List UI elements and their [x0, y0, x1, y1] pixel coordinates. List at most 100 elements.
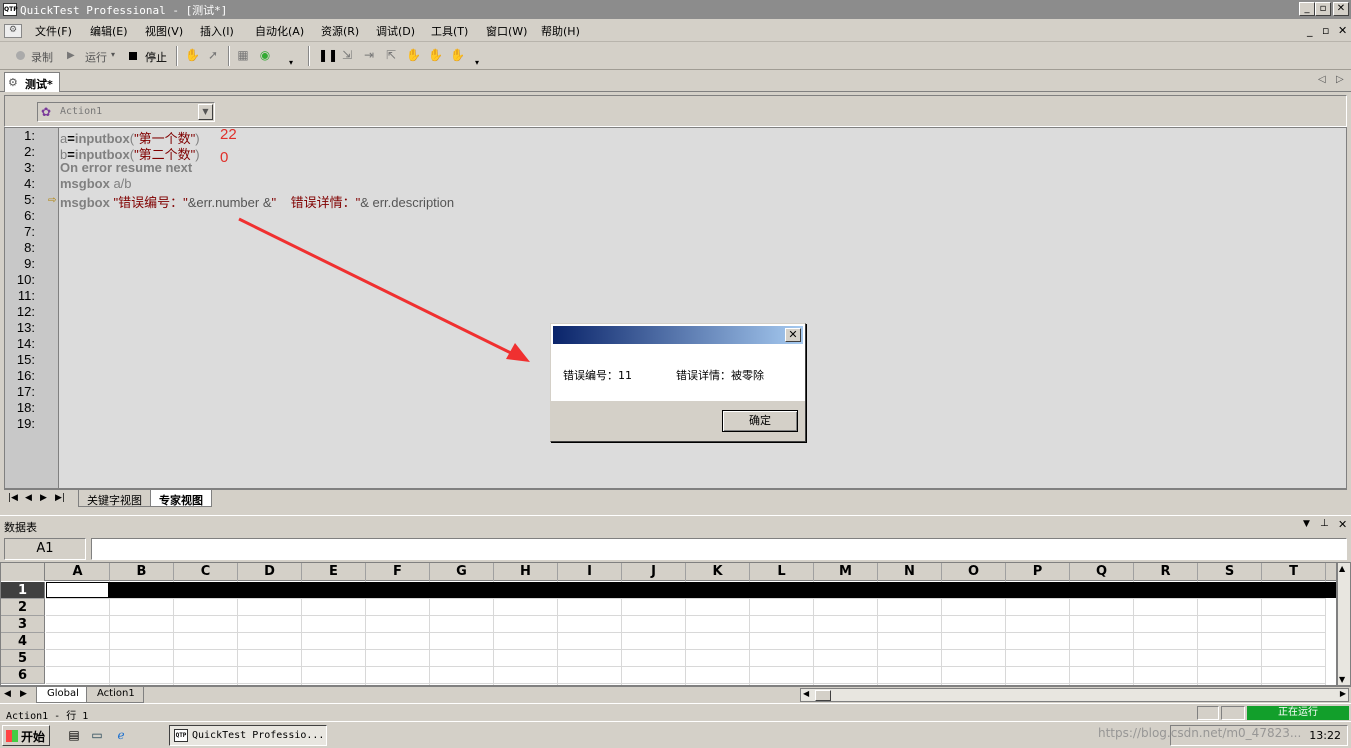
row-header[interactable]: 6 — [1, 667, 45, 684]
menu-resources[interactable]: 资源(R) — [321, 23, 359, 39]
tab-keyword-view[interactable]: 关键字视图 — [78, 490, 151, 507]
row-header[interactable]: 1 — [1, 582, 45, 599]
dialog-close-button[interactable]: ✕ — [785, 328, 801, 342]
run-dropdown-icon[interactable]: ▾ — [111, 50, 115, 59]
ie-icon[interactable]: ℯ — [113, 727, 129, 743]
start-button[interactable]: 开始 — [2, 725, 50, 746]
grid-corner[interactable] — [1, 563, 45, 581]
code-line-3[interactable]: On error resume next — [60, 160, 192, 175]
tab-test[interactable]: ⚙ 测试* — [4, 72, 60, 92]
object-repository-icon[interactable]: ▦ — [236, 48, 250, 63]
vertical-scrollbar[interactable]: ▲ ▼ — [1337, 562, 1351, 686]
scroll-left-icon[interactable]: ◀ — [803, 689, 809, 698]
next-icon[interactable]: ▶ — [40, 493, 47, 503]
menu-tools[interactable]: 工具(T) — [431, 23, 468, 39]
column-header[interactable]: O — [942, 563, 1006, 581]
clear-all-breakpoints-icon[interactable]: ✋ — [450, 48, 465, 63]
row-header[interactable]: 3 — [1, 616, 45, 633]
column-header[interactable]: I — [558, 563, 622, 581]
desktop-icon[interactable]: ▭ — [89, 727, 105, 743]
column-header[interactable]: M — [814, 563, 878, 581]
menu-edit[interactable]: 编辑(E) — [90, 23, 128, 39]
minimize-button[interactable]: _ — [1299, 2, 1315, 16]
menu-automation[interactable]: 自动化(A) — [255, 23, 304, 39]
next-sheet-icon[interactable]: ▶ — [20, 689, 27, 699]
pointer-icon[interactable]: ➚ — [206, 48, 220, 63]
column-header[interactable]: Q — [1070, 563, 1134, 581]
row-header[interactable]: 4 — [1, 633, 45, 650]
first-icon[interactable]: |◀ — [8, 493, 18, 503]
scroll-up-icon[interactable]: ▲ — [1339, 564, 1345, 573]
menu-help[interactable]: 帮助(H) — [541, 23, 580, 39]
sheet-tab-global[interactable]: Global — [36, 687, 88, 703]
datatable-title: 数据表 — [4, 521, 37, 534]
row-header[interactable]: 2 — [1, 599, 45, 616]
toolbar-overflow-icon[interactable]: ▾ — [289, 58, 293, 67]
menu-file[interactable]: 文件(F) — [35, 23, 72, 39]
column-header[interactable]: S — [1198, 563, 1262, 581]
column-header[interactable]: F — [366, 563, 430, 581]
chevron-down-icon[interactable]: ▼ — [198, 104, 213, 120]
mdi-close-button[interactable]: ✕ — [1338, 24, 1347, 37]
record-button[interactable]: 录制 — [31, 49, 53, 65]
pin-icon[interactable]: ⊥ — [1320, 518, 1329, 529]
action-selector[interactable]: ✿ Action1 ▼ — [37, 102, 215, 122]
column-header[interactable]: H — [494, 563, 558, 581]
column-header[interactable]: J — [622, 563, 686, 581]
prev-sheet-icon[interactable]: ◀ — [4, 689, 11, 699]
column-header[interactable]: R — [1134, 563, 1198, 581]
tab-scroll-left-icon[interactable]: ◁ — [1318, 74, 1326, 85]
step-out-icon[interactable]: ⇱ — [384, 48, 398, 63]
column-header[interactable]: C — [174, 563, 238, 581]
server-manager-icon[interactable]: ▤ — [66, 727, 82, 743]
step-into-icon[interactable]: ⇲ — [340, 48, 354, 63]
datatable-grid[interactable]: ABCDEFGHIJKLMNOPQRST 123456 — [0, 562, 1337, 686]
toolbar-overflow-icon[interactable]: ▾ — [475, 58, 479, 67]
column-header[interactable]: N — [878, 563, 942, 581]
menu-view[interactable]: 视图(V) — [145, 23, 183, 39]
prev-icon[interactable]: ◀ — [25, 493, 32, 503]
restore-button[interactable]: ▫ — [1315, 2, 1331, 16]
step-over-icon[interactable]: ⇥ — [362, 48, 376, 63]
active-cell[interactable] — [46, 582, 109, 598]
column-header[interactable]: B — [110, 563, 174, 581]
column-header[interactable]: A — [46, 563, 110, 581]
tab-expert-view[interactable]: 专家视图 — [150, 490, 212, 507]
mdi-restore-button[interactable]: ▫ — [1322, 24, 1329, 37]
code-line-4[interactable]: msgbox a/b — [60, 176, 132, 191]
column-header[interactable]: K — [686, 563, 750, 581]
cell-reference-box[interactable]: A1 — [4, 538, 86, 560]
breakpoint-icon[interactable]: ✋ — [406, 48, 421, 63]
menu-debug[interactable]: 调试(D) — [376, 23, 415, 39]
database-icon[interactable]: ◉ — [258, 48, 272, 63]
ok-button[interactable]: 确定 — [722, 410, 798, 432]
scroll-thumb[interactable] — [815, 690, 831, 701]
taskbar-qtp-button[interactable]: QTP QuickTest Professio... — [169, 725, 327, 746]
column-header[interactable]: T — [1262, 563, 1326, 581]
run-button[interactable]: 运行 — [85, 49, 107, 65]
code-line-5[interactable]: msgbox "错误编号："&err.number &" 错误详情："& err… — [60, 192, 454, 211]
scroll-down-icon[interactable]: ▼ — [1339, 675, 1345, 684]
mdi-minimize-button[interactable]: _ — [1307, 24, 1313, 37]
panel-close-icon[interactable]: ✕ — [1338, 518, 1347, 531]
scroll-right-icon[interactable]: ▶ — [1340, 689, 1346, 698]
sheet-tab-action1[interactable]: Action1 — [86, 687, 144, 703]
column-header[interactable]: G — [430, 563, 494, 581]
column-header[interactable]: D — [238, 563, 302, 581]
menu-window[interactable]: 窗口(W) — [486, 23, 527, 39]
horizontal-scrollbar[interactable]: ◀ ▶ — [800, 688, 1349, 702]
close-button[interactable]: ✕ — [1333, 2, 1349, 16]
stop-button[interactable]: 停止 — [145, 49, 167, 65]
menu-insert[interactable]: 插入(I) — [200, 23, 234, 39]
clear-breakpoint-icon[interactable]: ✋ — [428, 48, 443, 63]
last-icon[interactable]: ▶| — [55, 493, 65, 503]
tab-scroll-right-icon[interactable]: ▷ — [1336, 74, 1344, 85]
row-header[interactable]: 5 — [1, 650, 45, 667]
column-header[interactable]: E — [302, 563, 366, 581]
formula-input[interactable] — [91, 538, 1347, 560]
pause-icon[interactable]: ❚❚ — [318, 48, 338, 63]
column-header[interactable]: L — [750, 563, 814, 581]
panel-menu-icon[interactable]: ▼ — [1303, 519, 1310, 529]
object-spy-icon[interactable]: ✋ — [185, 48, 200, 63]
column-header[interactable]: P — [1006, 563, 1070, 581]
